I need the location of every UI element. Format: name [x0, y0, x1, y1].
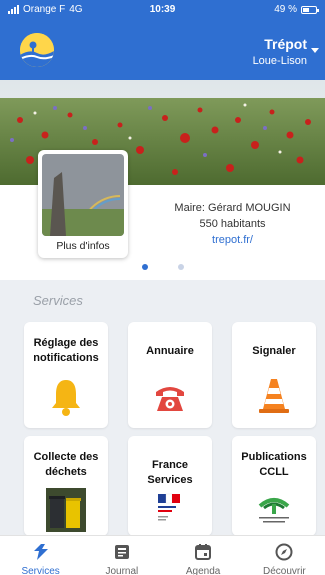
- mayor-name: Maire: Gérard MOUGIN: [174, 202, 291, 214]
- garbage-bin-photo: [24, 488, 108, 532]
- tile-label: Publications CCLL: [241, 451, 307, 478]
- ccll-logo: [232, 492, 316, 526]
- city-name: Trépot: [264, 36, 307, 52]
- battery-icon: [301, 5, 319, 14]
- bell-icon: [24, 377, 108, 417]
- nav-label: Services: [21, 566, 60, 575]
- tile-france-services[interactable]: France Services: [128, 436, 212, 536]
- carousel-dot[interactable]: [141, 264, 148, 270]
- carousel-indicator: [0, 264, 325, 270]
- phone-icon: [128, 380, 212, 414]
- services-icon: [0, 543, 81, 561]
- population-label: 550 habitants: [199, 218, 266, 230]
- nav-label: Agenda: [185, 566, 221, 575]
- nav-item-journal[interactable]: Journal: [81, 536, 162, 575]
- nav-item-services[interactable]: Services: [0, 536, 81, 575]
- chevron-down-icon: [311, 48, 319, 53]
- bottom-navigation: Services Journal Agenda Découvrir: [0, 535, 325, 575]
- city-selector[interactable]: Trépot Loue-Lison: [252, 36, 319, 67]
- section-title: Services: [33, 293, 83, 308]
- tile-waste-collection[interactable]: Collecte des déchets: [24, 436, 108, 536]
- tile-label: Annuaire: [146, 345, 194, 357]
- tile-notifications[interactable]: Réglage des notifications: [24, 322, 108, 428]
- traffic-cone-icon: [232, 377, 316, 415]
- more-info-label: Plus d'infos: [56, 240, 110, 252]
- france-services-logo: [128, 492, 212, 526]
- city-subtitle: Loue-Lison: [252, 55, 307, 67]
- tile-label: Réglage des notifications: [33, 337, 99, 364]
- nav-item-discover[interactable]: Découvrir: [244, 536, 325, 575]
- carousel-dot[interactable]: [177, 264, 184, 270]
- app-header: Orange F 4G 10:39 49 % Trépot Loue-Lison: [0, 0, 325, 80]
- municipality-logo[interactable]: [20, 33, 54, 67]
- website-link[interactable]: trepot.fr/: [212, 234, 253, 246]
- compass-icon: [244, 543, 325, 561]
- tile-label: France Services: [147, 459, 193, 486]
- journal-icon: [81, 543, 162, 561]
- municipality-info: Maire: Gérard MOUGIN 550 habitants trepo…: [140, 200, 325, 248]
- nav-item-agenda[interactable]: Agenda: [163, 536, 244, 575]
- tile-directory[interactable]: Annuaire: [128, 322, 212, 428]
- tile-label: Signaler: [252, 345, 296, 357]
- nav-label: Découvrir: [262, 566, 306, 575]
- status-bar: Orange F 4G 10:39 49 %: [0, 0, 325, 20]
- battery-percent: 49 %: [274, 4, 297, 15]
- tile-ccll-publications[interactable]: Publications CCLL: [232, 436, 316, 536]
- calendar-icon: [163, 543, 244, 561]
- more-info-card[interactable]: Plus d'infos: [38, 150, 128, 258]
- tile-report[interactable]: Signaler: [232, 322, 316, 428]
- village-photo: [42, 154, 124, 236]
- nav-label: Journal: [105, 566, 139, 575]
- tile-label: Collecte des déchets: [33, 451, 99, 478]
